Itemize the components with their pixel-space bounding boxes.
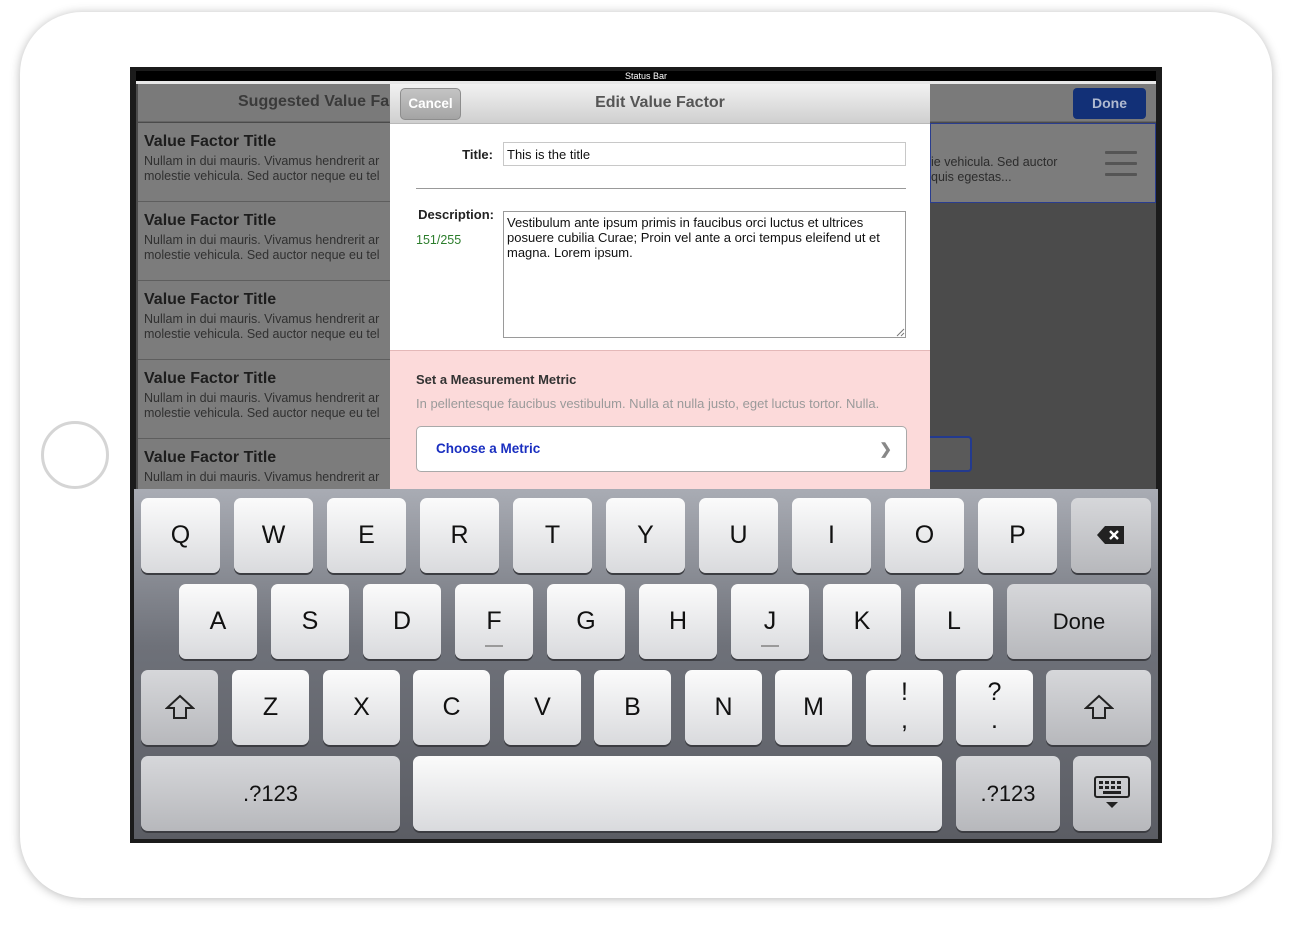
- key-p[interactable]: P: [978, 498, 1057, 573]
- key-d[interactable]: D: [363, 584, 441, 659]
- description-label: Description:: [418, 207, 494, 222]
- key-b[interactable]: B: [594, 670, 671, 745]
- key-y[interactable]: Y: [606, 498, 685, 573]
- edit-value-factor-modal: Edit Value Factor Cancel Title: Descript…: [390, 84, 930, 489]
- chevron-right-icon: ❯: [879, 441, 892, 458]
- metric-help-text: In pellentesque faucibus vestibulum. Nul…: [416, 396, 880, 411]
- key-o[interactable]: O: [885, 498, 964, 573]
- key-g[interactable]: G: [547, 584, 625, 659]
- resize-grip-icon[interactable]: [895, 327, 905, 337]
- space-key[interactable]: [413, 756, 942, 831]
- shift-right-key[interactable]: [1046, 670, 1151, 745]
- key-w[interactable]: W: [234, 498, 313, 573]
- done-button[interactable]: Done: [1073, 88, 1146, 119]
- modal-nav-bar: Edit Value Factor Cancel: [390, 84, 930, 124]
- left-nav-title: Suggested Value Fa: [238, 93, 390, 110]
- key-t[interactable]: T: [513, 498, 592, 573]
- key-z[interactable]: Z: [232, 670, 309, 745]
- key-x[interactable]: X: [323, 670, 400, 745]
- key-i[interactable]: I: [792, 498, 871, 573]
- form-divider: [416, 188, 906, 189]
- screen: Status Bar Suggested Value Fa Done Value…: [130, 67, 1162, 843]
- measurement-metric-section: Set a Measurement Metric In pellentesque…: [390, 350, 930, 489]
- backspace-key[interactable]: [1071, 498, 1151, 573]
- key-c[interactable]: C: [413, 670, 490, 745]
- key-f[interactable]: F: [455, 584, 533, 659]
- shift-left-key[interactable]: [141, 670, 218, 745]
- key-e[interactable]: E: [327, 498, 406, 573]
- key-v[interactable]: V: [504, 670, 581, 745]
- key-k[interactable]: K: [823, 584, 901, 659]
- numbers-key-right[interactable]: .?123: [956, 756, 1060, 831]
- background-button[interactable]: [930, 436, 972, 472]
- key-exclamation-comma[interactable]: !,: [866, 670, 943, 745]
- reorder-handle-icon[interactable]: [1105, 151, 1137, 177]
- onscreen-keyboard: Q W E R T Y U I O P A S D F G H J K L Do…: [134, 489, 1158, 839]
- key-j[interactable]: J: [731, 584, 809, 659]
- selected-factor-description: ie vehicula. Sed auctor quis egestas...: [931, 155, 1058, 184]
- key-r[interactable]: R: [420, 498, 499, 573]
- title-label: Title:: [462, 147, 493, 162]
- key-q[interactable]: Q: [141, 498, 220, 573]
- selected-factor-card[interactable]: ie vehicula. Sed auctor quis egestas...: [930, 123, 1156, 203]
- description-field[interactable]: Vestibulum ante ipsum primis in faucibus…: [503, 211, 906, 338]
- key-l[interactable]: L: [915, 584, 993, 659]
- metric-heading: Set a Measurement Metric: [416, 372, 577, 387]
- cancel-button[interactable]: Cancel: [400, 88, 461, 120]
- numbers-key-left[interactable]: .?123: [141, 756, 400, 831]
- modal-title: Edit Value Factor: [595, 94, 725, 111]
- home-button[interactable]: [41, 421, 109, 489]
- key-m[interactable]: M: [775, 670, 852, 745]
- choose-metric-button[interactable]: Choose a Metric ❯: [416, 426, 907, 472]
- hide-keyboard-key[interactable]: [1073, 756, 1151, 831]
- done-key[interactable]: Done: [1007, 584, 1151, 659]
- backspace-icon: [1097, 526, 1124, 544]
- character-counter: 151/255: [416, 233, 462, 247]
- choose-metric-label: Choose a Metric: [436, 441, 541, 456]
- shift-icon: [1082, 694, 1115, 719]
- title-field[interactable]: [503, 142, 906, 166]
- key-a[interactable]: A: [179, 584, 257, 659]
- keyboard-hide-icon: [1094, 776, 1130, 808]
- key-n[interactable]: N: [685, 670, 762, 745]
- shift-icon: [163, 694, 196, 719]
- key-s[interactable]: S: [271, 584, 349, 659]
- key-question-period[interactable]: ?.: [956, 670, 1033, 745]
- key-u[interactable]: U: [699, 498, 778, 573]
- key-h[interactable]: H: [639, 584, 717, 659]
